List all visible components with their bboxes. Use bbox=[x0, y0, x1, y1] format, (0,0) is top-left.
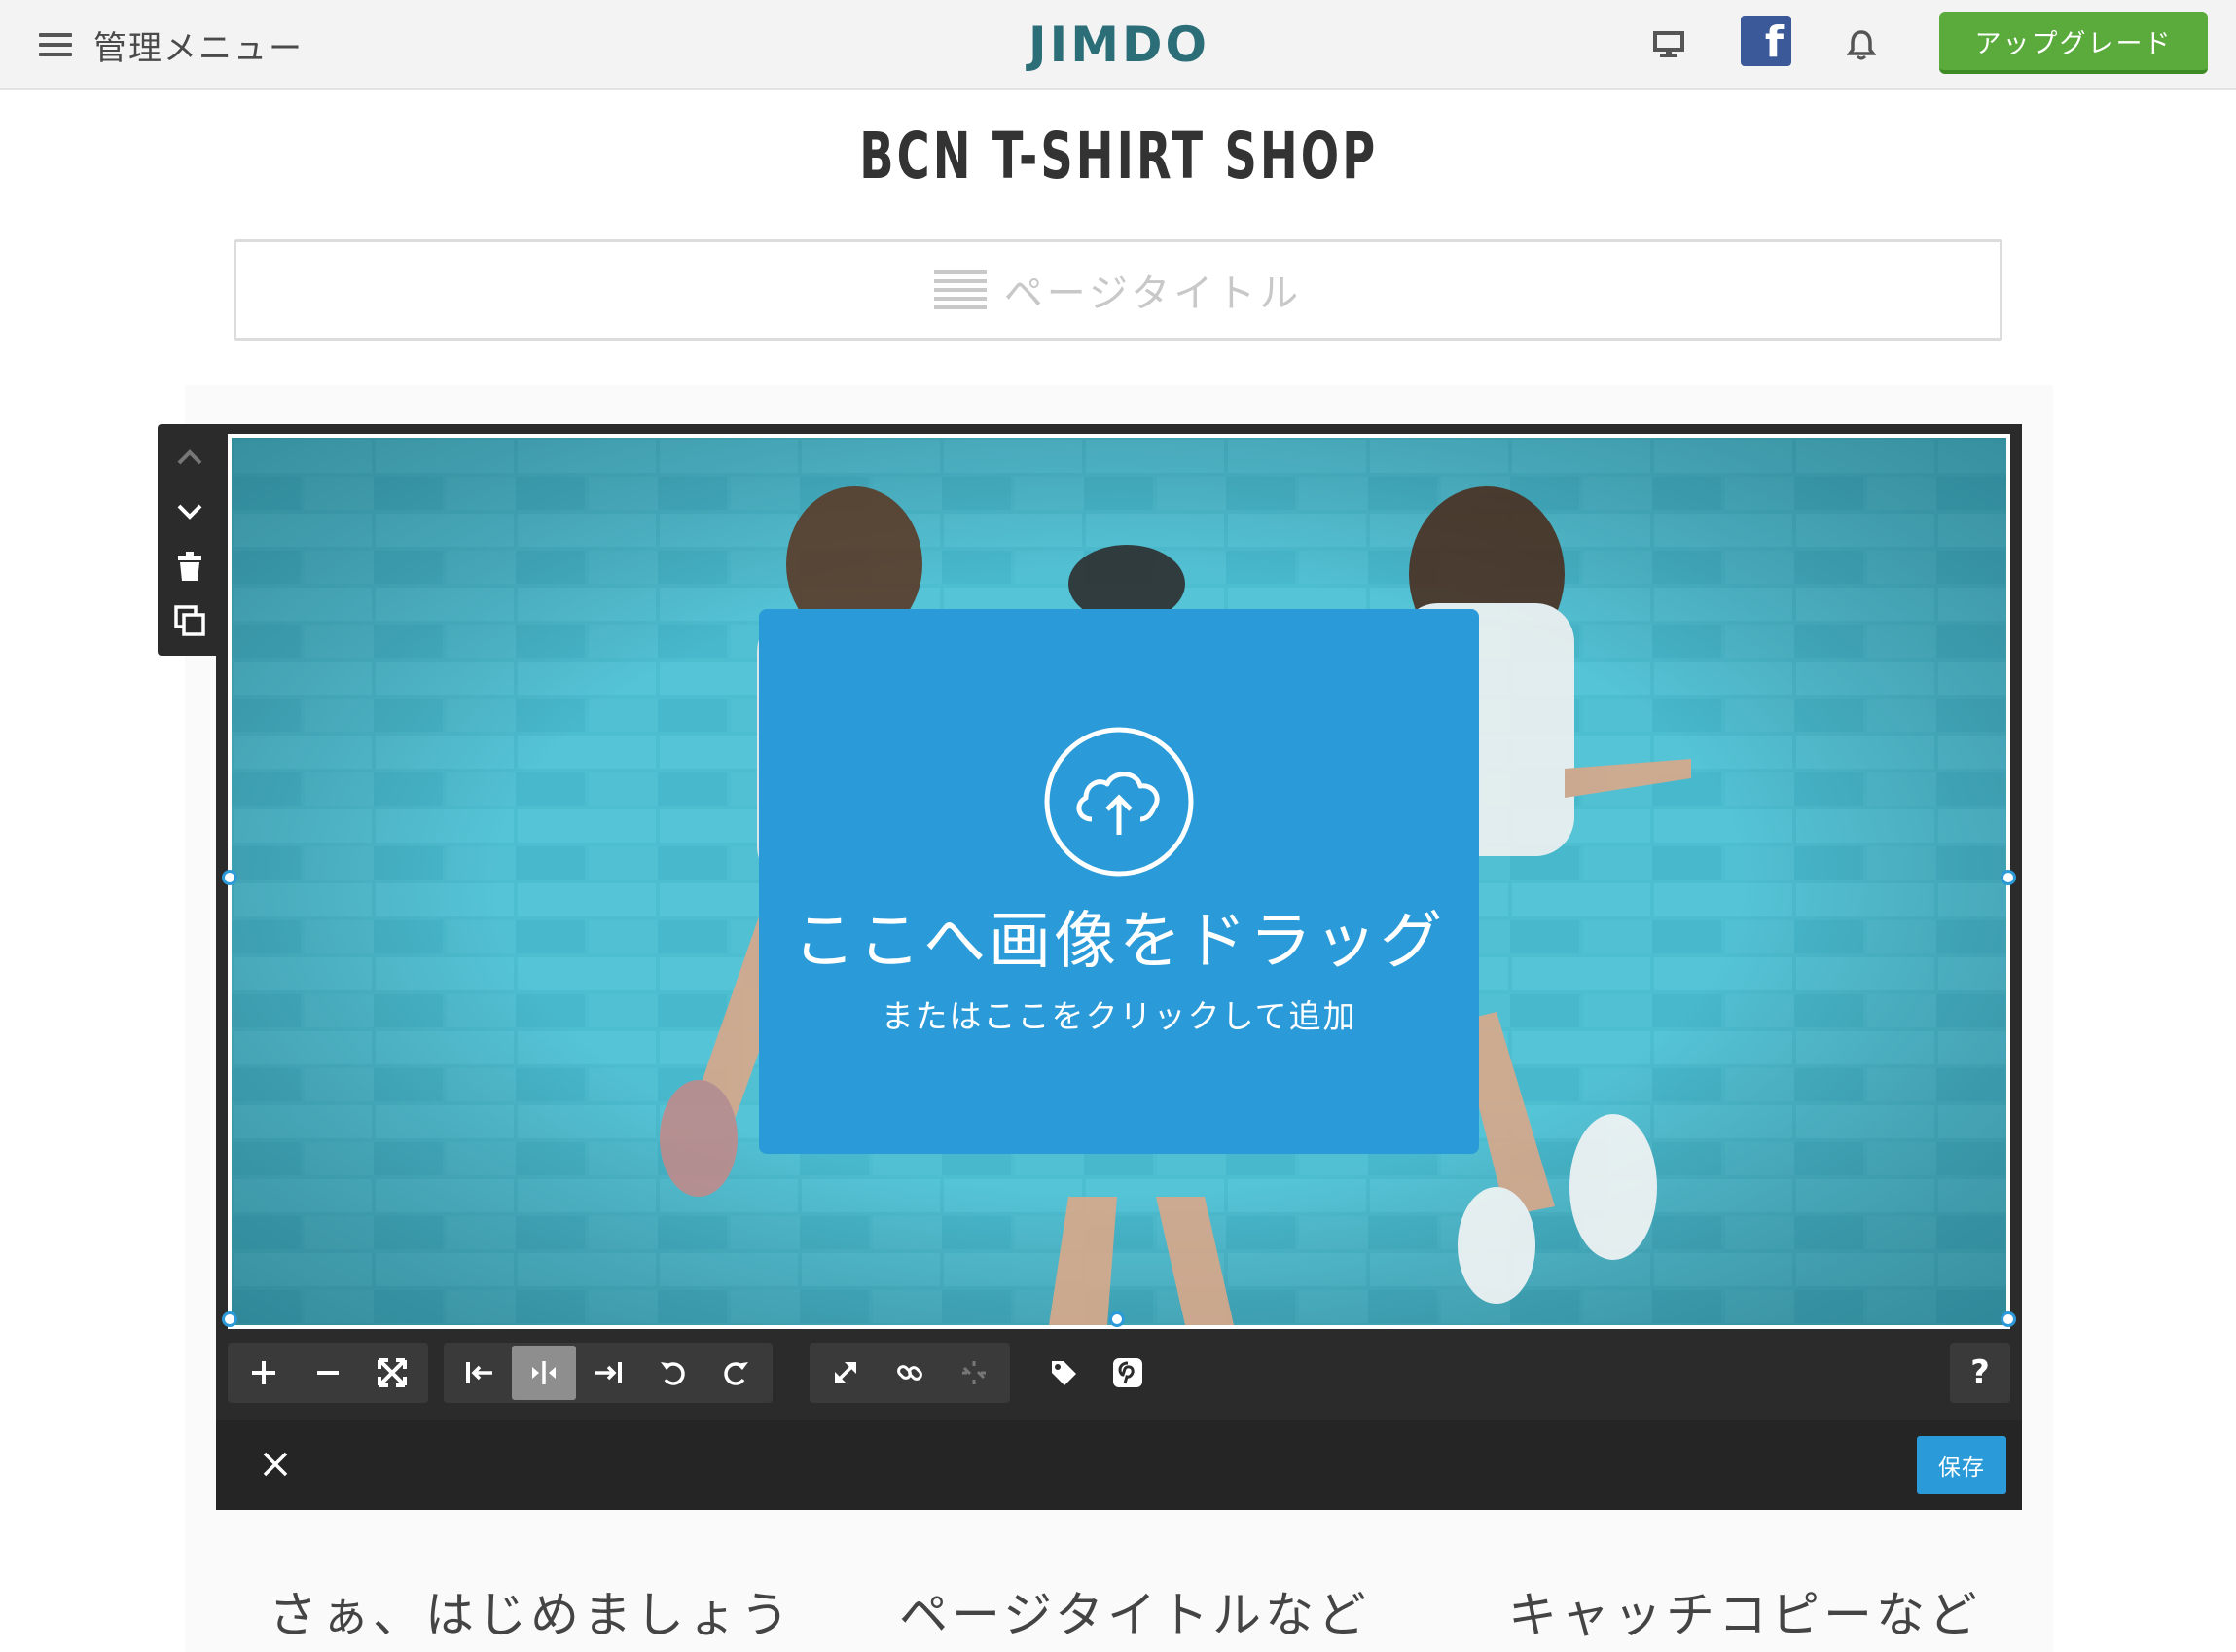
cloud-upload-icon bbox=[1044, 727, 1194, 877]
duplicate-icon[interactable] bbox=[158, 593, 222, 648]
upload-subtitle: またはここをクリックして追加 bbox=[881, 997, 1357, 1035]
site-title[interactable]: BCN T-SHIRT SHOP bbox=[798, 115, 1440, 197]
help-button[interactable]: ? bbox=[1950, 1343, 2010, 1403]
align-left-icon[interactable] bbox=[448, 1346, 512, 1400]
align-center-icon[interactable] bbox=[512, 1346, 576, 1400]
resize-handle-left[interactable] bbox=[222, 870, 237, 885]
expand-icon[interactable] bbox=[813, 1346, 878, 1400]
link-icon[interactable] bbox=[878, 1346, 942, 1400]
column-heading-start[interactable]: さぁ、はじめましょう bbox=[269, 1576, 793, 1646]
site-title-text: BCN T-SHIRT SHOP bbox=[859, 118, 1379, 194]
resize-handle-bottom[interactable] bbox=[1109, 1311, 1125, 1327]
resize-handle-right[interactable] bbox=[2001, 870, 2016, 885]
unlink-icon[interactable] bbox=[942, 1346, 1006, 1400]
resize-handle-bottom-left[interactable] bbox=[222, 1311, 237, 1327]
jimdo-logo[interactable]: JIMDO bbox=[1022, 12, 1216, 78]
column-heading-catchcopy[interactable]: キャッチコピーなど bbox=[1508, 1576, 1981, 1646]
zoom-out-icon[interactable] bbox=[296, 1346, 360, 1400]
bell-icon[interactable] bbox=[1834, 19, 1889, 70]
admin-menu-label: 管理メニュー bbox=[93, 28, 304, 68]
rotate-left-icon[interactable] bbox=[640, 1346, 704, 1400]
monitor-icon[interactable] bbox=[1641, 19, 1696, 70]
page-title-field[interactable]: ページタイトル bbox=[234, 239, 2002, 341]
admin-topbar: 管理メニュー JIMDO f アップグレード bbox=[0, 0, 2236, 90]
module-action-bar: 保存 bbox=[216, 1420, 2022, 1510]
save-button[interactable]: 保存 bbox=[1917, 1436, 2006, 1494]
resize-handle-bottom-right[interactable] bbox=[2001, 1311, 2016, 1327]
align-tool-group bbox=[444, 1343, 773, 1403]
chevron-down-icon[interactable] bbox=[158, 485, 222, 539]
rotate-right-icon[interactable] bbox=[704, 1346, 769, 1400]
close-icon[interactable] bbox=[251, 1440, 300, 1489]
trash-icon[interactable] bbox=[158, 539, 222, 593]
module-side-toolbar bbox=[158, 424, 222, 656]
hamburger-icon bbox=[39, 33, 72, 56]
tag-icon[interactable] bbox=[1031, 1346, 1096, 1400]
extras-tool-group bbox=[1028, 1343, 1164, 1403]
text-lines-icon bbox=[933, 270, 987, 309]
fit-icon[interactable] bbox=[360, 1346, 424, 1400]
upload-title: ここへ画像をドラッグ bbox=[793, 906, 1445, 978]
zoom-tool-group bbox=[228, 1343, 428, 1403]
link-tool-group bbox=[810, 1343, 1010, 1403]
admin-menu-button[interactable]: 管理メニュー bbox=[39, 18, 304, 72]
chevron-up-icon[interactable] bbox=[158, 430, 222, 485]
image-toolbar: ? bbox=[228, 1343, 2010, 1420]
column-heading-page-title[interactable]: ページタイトルなど bbox=[899, 1576, 1370, 1646]
zoom-in-icon[interactable] bbox=[232, 1346, 296, 1400]
align-right-icon[interactable] bbox=[576, 1346, 640, 1400]
facebook-icon[interactable]: f bbox=[1741, 16, 1791, 66]
pinterest-icon[interactable] bbox=[1096, 1346, 1160, 1400]
upgrade-button[interactable]: アップグレード bbox=[1939, 12, 2208, 74]
image-upload-dropzone[interactable]: ここへ画像をドラッグ またはここをクリックして追加 bbox=[759, 609, 1479, 1154]
page-title-placeholder: ページタイトル bbox=[1003, 271, 1303, 316]
